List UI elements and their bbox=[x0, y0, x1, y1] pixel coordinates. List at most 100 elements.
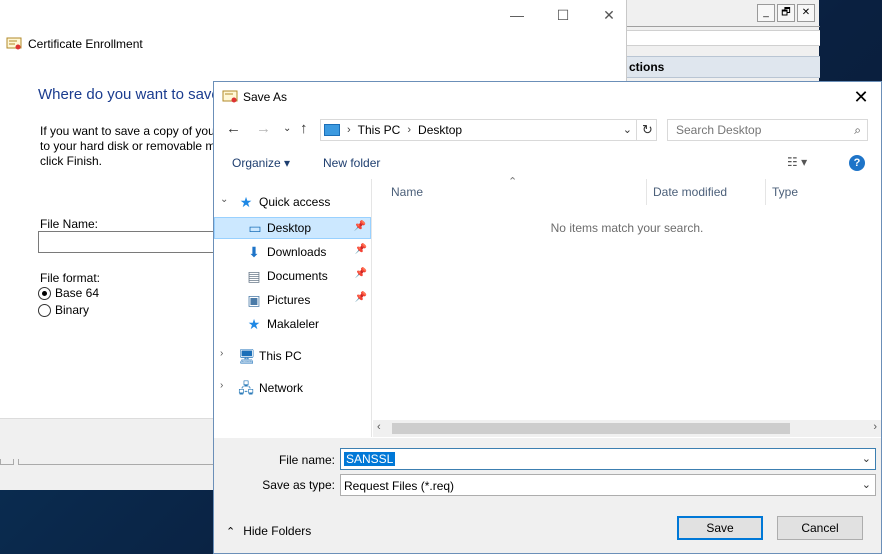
description-line: If you want to save a copy of your bbox=[40, 124, 218, 138]
nav-this-pc[interactable]: › 🖥 This PC bbox=[214, 345, 371, 367]
nav-quick-access[interactable]: ⌄ ★ Quick access bbox=[214, 191, 371, 213]
column-header-type[interactable]: Type bbox=[766, 179, 881, 205]
recent-locations-chevron-icon[interactable]: ⌄ bbox=[283, 123, 291, 134]
radio-label: Base 64 bbox=[55, 286, 100, 300]
document-icon: ▤ bbox=[247, 268, 261, 284]
star-icon: ★ bbox=[247, 316, 261, 332]
breadcrumb-separator-icon[interactable]: › bbox=[347, 124, 351, 136]
dialog-title: Save As bbox=[243, 90, 288, 104]
help-icon[interactable]: ? bbox=[849, 155, 865, 171]
forward-arrow-icon[interactable]: → bbox=[256, 120, 271, 137]
file-name-value[interactable]: SANSSL bbox=[344, 452, 396, 466]
pictures-icon: ▣ bbox=[247, 292, 261, 308]
back-arrow-icon[interactable]: ← bbox=[226, 120, 241, 137]
address-row: ← → ⌄ ↑ › This PC › Desktop ⌄ ↻ ⌕ bbox=[214, 114, 881, 146]
bg-restore-button[interactable]: 🗗 bbox=[777, 4, 795, 22]
download-icon: ⬇ bbox=[248, 244, 260, 260]
navigation-pane: ⌄ ★ Quick access ▭ Desktop 📌 ⬇ Downloads… bbox=[214, 179, 372, 437]
certificate-icon bbox=[6, 37, 22, 50]
maximize-button[interactable]: ☐ bbox=[540, 4, 586, 26]
chevron-down-icon[interactable]: ⌄ bbox=[220, 194, 228, 205]
bg-minimize-button[interactable]: _ bbox=[757, 4, 775, 22]
chevron-right-icon[interactable]: › bbox=[220, 348, 223, 359]
close-button[interactable]: ✕ bbox=[586, 4, 632, 26]
nav-item-downloads[interactable]: ⬇ Downloads 📌 bbox=[214, 241, 371, 263]
footer-button-partial[interactable] bbox=[18, 459, 214, 465]
dialog-toolbar: Organize ▾ New folder ☷ ▾ ? bbox=[214, 148, 881, 178]
new-folder-button[interactable]: New folder bbox=[323, 156, 380, 170]
up-arrow-icon[interactable]: ↑ bbox=[300, 120, 308, 137]
file-list-pane: ⌃ Name Date modified Type No items match… bbox=[373, 176, 881, 419]
radio-unselected-icon[interactable] bbox=[38, 303, 51, 317]
column-header-name[interactable]: Name bbox=[373, 179, 647, 205]
nav-item-makaleler[interactable]: ★ Makaleler bbox=[214, 313, 371, 335]
save-as-type-select[interactable]: Request Files (*.req) ⌄ bbox=[340, 474, 876, 496]
scroll-right-icon[interactable]: › bbox=[873, 421, 877, 433]
chevron-down-icon[interactable]: ⌄ bbox=[623, 123, 632, 136]
nav-item-pictures[interactable]: ▣ Pictures 📌 bbox=[214, 289, 371, 311]
nav-network[interactable]: › 🖧 Network bbox=[214, 377, 371, 399]
file-name-input[interactable] bbox=[38, 231, 218, 253]
wizard-description: If you want to save a copy of your to yo… bbox=[40, 124, 218, 169]
nav-label: Desktop bbox=[267, 221, 312, 235]
file-name-label: File Name: bbox=[40, 217, 99, 231]
nav-label: Network bbox=[259, 381, 304, 395]
radio-label: Binary bbox=[55, 303, 90, 317]
breadcrumb-desktop[interactable]: Desktop bbox=[418, 123, 462, 137]
save-as-icon bbox=[222, 90, 238, 103]
radio-base64[interactable]: Base 64 bbox=[38, 286, 99, 300]
pin-icon[interactable]: 📌 bbox=[355, 244, 367, 255]
scrollbar-thumb[interactable] bbox=[392, 423, 790, 434]
pin-icon[interactable]: 📌 bbox=[355, 268, 367, 279]
search-icon[interactable]: ⌕ bbox=[854, 123, 861, 138]
file-format-label: File format: bbox=[40, 271, 101, 285]
bg-close-button[interactable]: ✕ bbox=[797, 4, 815, 22]
bg-toolbar bbox=[627, 30, 820, 46]
pin-icon[interactable]: 📌 bbox=[354, 221, 366, 232]
horizontal-scrollbar[interactable]: ‹ › bbox=[373, 420, 881, 437]
minimize-button[interactable]: — bbox=[494, 4, 540, 26]
hide-folders-button[interactable]: ⌃ Hide Folders bbox=[226, 524, 311, 538]
hide-folders-label: Hide Folders bbox=[243, 524, 312, 538]
nav-label: Downloads bbox=[267, 245, 327, 259]
wizard-title-text: Certificate Enrollment bbox=[28, 37, 143, 51]
scroll-left-icon[interactable]: ‹ bbox=[377, 421, 381, 433]
search-box[interactable]: ⌕ bbox=[667, 119, 868, 141]
column-header-date-modified[interactable]: Date modified bbox=[647, 179, 766, 205]
nav-label: Pictures bbox=[267, 293, 311, 307]
refresh-icon[interactable]: ↻ bbox=[636, 119, 658, 141]
this-pc-icon: 🖥 bbox=[238, 348, 256, 364]
breadcrumb-this-pc[interactable]: This PC bbox=[358, 123, 401, 137]
nav-item-documents[interactable]: ▤ Documents 📌 bbox=[214, 265, 371, 287]
footer-button-partial[interactable] bbox=[0, 459, 14, 465]
divider bbox=[627, 26, 820, 27]
background-console-window: _ 🗗 ✕ ctions bbox=[626, 0, 820, 82]
save-as-dialog: Save As ✕ ← → ⌄ ↑ › This PC › Desktop ⌄ … bbox=[213, 81, 882, 554]
radio-selected-icon[interactable] bbox=[38, 286, 51, 300]
network-icon: 🖧 bbox=[238, 380, 254, 396]
description-line: to your hard disk or removable m bbox=[40, 139, 216, 153]
chevron-down-icon[interactable]: ⌄ bbox=[862, 478, 871, 491]
wizard-heading: Where do you want to save bbox=[38, 86, 220, 103]
breadcrumb-separator-icon[interactable]: › bbox=[407, 124, 411, 136]
search-input[interactable] bbox=[668, 120, 838, 140]
organize-button[interactable]: Organize ▾ bbox=[232, 156, 290, 170]
save-as-type-label: Save as type: bbox=[262, 478, 335, 492]
empty-message: No items match your search. bbox=[550, 221, 704, 235]
cancel-button[interactable]: Cancel bbox=[777, 516, 863, 540]
chevron-down-icon[interactable]: ⌄ bbox=[862, 452, 871, 465]
chevron-up-icon: ⌃ bbox=[226, 525, 236, 538]
file-name-field[interactable]: SANSSL ⌄ bbox=[340, 448, 876, 470]
view-options-icon[interactable]: ☷ ▾ bbox=[787, 155, 807, 169]
nav-item-desktop[interactable]: ▭ Desktop 📌 bbox=[214, 217, 371, 239]
chevron-right-icon[interactable]: › bbox=[220, 380, 223, 391]
pin-icon[interactable]: 📌 bbox=[355, 292, 367, 303]
dialog-close-button[interactable]: ✕ bbox=[847, 86, 875, 108]
wizard-window-controls: — ☐ ✕ bbox=[494, 4, 632, 26]
dialog-bottom-panel: File name: SANSSL ⌄ Save as type: Reques… bbox=[214, 438, 881, 553]
radio-binary[interactable]: Binary bbox=[38, 303, 89, 317]
address-bar[interactable]: › This PC › Desktop ⌄ bbox=[320, 119, 657, 141]
file-name-label: File name: bbox=[278, 453, 335, 467]
save-button[interactable]: Save bbox=[677, 516, 763, 540]
wizard-title: Certificate Enrollment bbox=[6, 37, 143, 51]
